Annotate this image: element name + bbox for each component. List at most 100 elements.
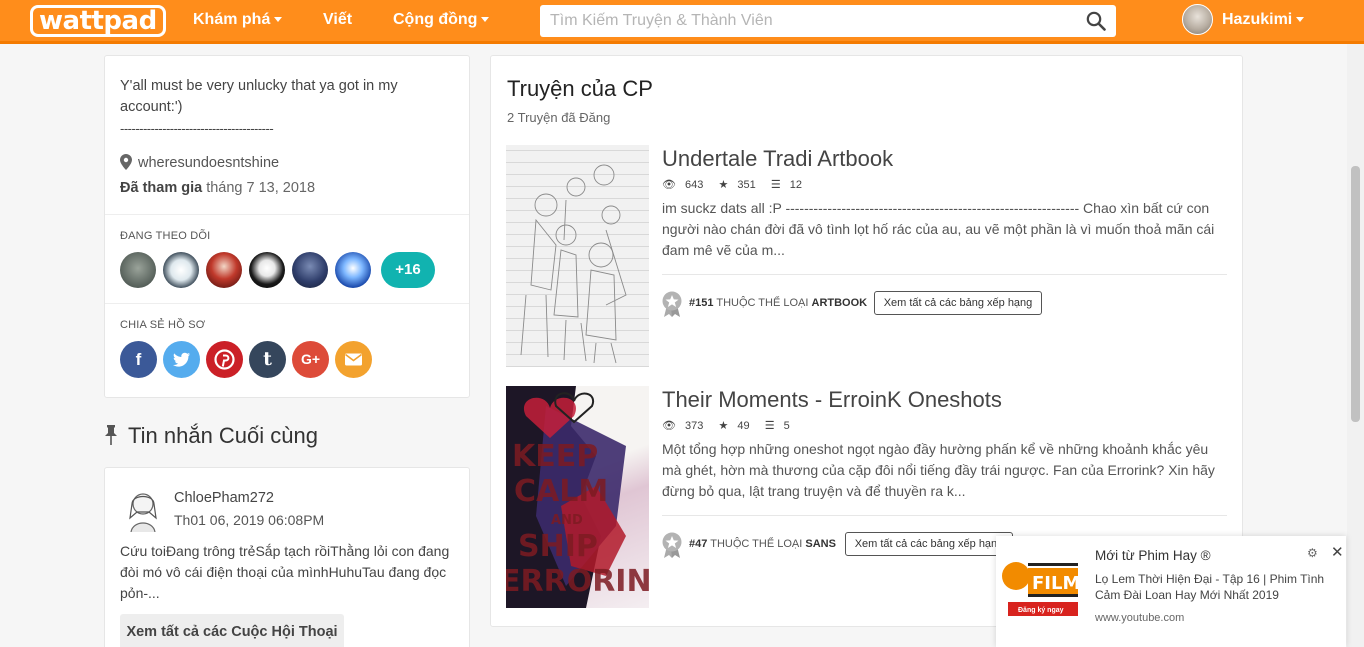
video-notification-popup[interactable]: FILM Đăng ký ngay Mới từ Phim Hay ® Lọ L… (996, 536, 1346, 647)
pinterest-share-icon[interactable] (206, 341, 243, 378)
story-description: im suckz dats all :P -------------------… (662, 200, 1215, 258)
location-pin-icon (120, 154, 132, 170)
chevron-down-icon (481, 17, 490, 23)
pinned-message-title: Tin nhắn Cuối cùng (128, 423, 318, 448)
following-avatar[interactable] (335, 252, 371, 288)
rank-number: #151 (689, 297, 714, 309)
chevron-down-icon (274, 17, 283, 23)
story-cover[interactable] (506, 145, 649, 367)
story-title[interactable]: Their Moments - ErroinK Oneshots (662, 387, 1002, 413)
tumblr-share-icon[interactable]: t (249, 341, 286, 378)
joined-label: Đã tham gia (120, 180, 203, 196)
popup-heading: Mới từ Phim Hay ® (1095, 548, 1211, 563)
gear-icon[interactable]: ⚙ (1307, 546, 1318, 560)
following-avatar[interactable] (120, 252, 156, 288)
story-title[interactable]: Undertale Tradi Artbook (662, 146, 893, 172)
reads-count: 373 (685, 420, 704, 432)
message-date: Th01 06, 2019 06:08PM (174, 512, 325, 528)
user-avatar[interactable] (1182, 4, 1213, 35)
message-username[interactable]: ChloePham272 (174, 490, 274, 506)
view-all-conversations-button[interactable]: Xem tất cả các Cuộc Hội Thoại (120, 614, 344, 647)
message-body: Cứu toiĐang trông trẻSắp tạch rồiThằng l… (120, 543, 450, 601)
ship-text: SHIP (518, 529, 598, 564)
following-label: ĐANG THEO DÕI (120, 230, 211, 242)
following-avatar[interactable] (163, 252, 199, 288)
user-menu[interactable]: Hazukimi (1222, 11, 1305, 29)
joined-date: tháng 7 13, 2018 (206, 180, 316, 196)
googleplus-share-icon[interactable]: G+ (292, 341, 329, 378)
errorink-text: ERRORINK (506, 564, 649, 599)
story-description: Một tổng hợp những oneshot ngọt ngào đầy… (662, 441, 1215, 499)
share-label: CHIA SẺ HỒ SƠ (120, 319, 206, 331)
parts-count: 5 (783, 420, 790, 432)
list-icon: ☰ (770, 179, 781, 191)
view-rankings-button[interactable]: Xem tất cả các bảng xếp hạng (874, 291, 1042, 315)
parts-stat: ☰ 5 (765, 420, 796, 432)
reads-stat: 👁 373 (662, 420, 709, 432)
envelope-icon (345, 353, 362, 366)
following-more-button[interactable]: +16 (381, 252, 435, 288)
following-avatar[interactable] (206, 252, 242, 288)
sketch-illustration (520, 164, 627, 364)
story-ranking: #47 THUỘC THỂ LOẠI SANS (689, 538, 836, 550)
story-ranking: #151 THUỘC THỂ LOẠI ARTBOOK (689, 297, 867, 309)
search-input[interactable] (540, 5, 1060, 37)
story-cover[interactable]: KEEP CALM AND SHIP ERRORINK (506, 386, 649, 608)
popup-url: www.youtube.com (1095, 612, 1185, 624)
and-text: AND (551, 513, 583, 528)
divider (105, 303, 469, 304)
wattpad-logo[interactable]: wattpad (30, 5, 166, 37)
view-rankings-button[interactable]: Xem tất cả các bảng xếp hạng (845, 532, 1013, 556)
profile-dashes: ---------------------------------------- (120, 121, 274, 136)
close-icon[interactable]: ✕ (1331, 543, 1344, 561)
following-avatar[interactable] (292, 252, 328, 288)
rank-category: SANS (805, 538, 836, 550)
star-icon: ★ (718, 420, 729, 432)
divider (662, 274, 1227, 275)
pinterest-p-icon (214, 349, 235, 370)
search-icon[interactable] (1086, 11, 1106, 31)
keep-calm-illustration: KEEP CALM AND SHIP ERRORINK (506, 386, 649, 608)
following-avatar[interactable] (249, 252, 285, 288)
pinned-message-card: ChloePham272 Th01 06, 2019 06:08PM Cứu t… (104, 467, 470, 647)
divider (105, 214, 469, 215)
divider (662, 515, 1227, 516)
rank-text: THUỘC THỂ LOẠI (716, 297, 809, 309)
search-box (540, 5, 1116, 37)
twitter-bird-icon (173, 352, 190, 367)
channel-logo[interactable]: FILM Đăng ký ngay (1000, 546, 1078, 618)
scrollbar-thumb[interactable] (1351, 166, 1360, 422)
twitter-share-icon[interactable] (163, 341, 200, 378)
pinned-message-heading: Tin nhắn Cuối cùng (104, 423, 318, 449)
parts-count: 12 (789, 179, 802, 191)
ranking-badge-icon (662, 532, 682, 558)
profile-description: Y'all must be very unlucky that ya got i… (120, 78, 398, 115)
votes-count: 351 (737, 179, 756, 191)
rank-category: ARTBOOK (811, 297, 868, 309)
facebook-share-icon[interactable]: f (120, 341, 157, 378)
nav-community-label: Cộng đồng (393, 11, 478, 28)
stories-title: Truyện của CP (507, 76, 653, 101)
subscribe-text: Đăng ký ngay (1018, 607, 1064, 614)
popup-video-title[interactable]: Lọ Lem Thời Hiện Đại - Tập 16 | Phim Tìn… (1095, 571, 1325, 603)
location-text: wheresundoesntshine (138, 155, 280, 171)
nav-community[interactable]: Cộng đồng (393, 11, 490, 29)
top-nav: wattpad Khám phá Viết Cộng đồng Hazukimi (0, 0, 1364, 44)
profile-joined: Đã tham gia tháng 7 13, 2018 (120, 180, 315, 196)
stories-count: 2 Truyện đã Đăng (507, 110, 611, 125)
list-icon: ☰ (764, 420, 775, 432)
star-icon: ★ (718, 179, 729, 191)
message-avatar[interactable] (123, 488, 163, 532)
keep-text: KEEP (512, 439, 598, 474)
votes-stat: ★ 49 (718, 420, 755, 432)
channel-logo-text: FILM (1032, 573, 1078, 594)
chevron-down-icon (1296, 17, 1305, 23)
votes-stat: ★ 351 (718, 179, 761, 191)
nav-discover[interactable]: Khám phá (193, 11, 283, 29)
rank-text: THUỘC THỂ LOẠI (710, 538, 803, 550)
nav-write[interactable]: Viết (323, 11, 352, 29)
email-share-icon[interactable] (335, 341, 372, 378)
page-scrollbar[interactable] (1347, 44, 1364, 647)
eye-icon: 👁 (662, 420, 676, 432)
votes-count: 49 (737, 420, 750, 432)
